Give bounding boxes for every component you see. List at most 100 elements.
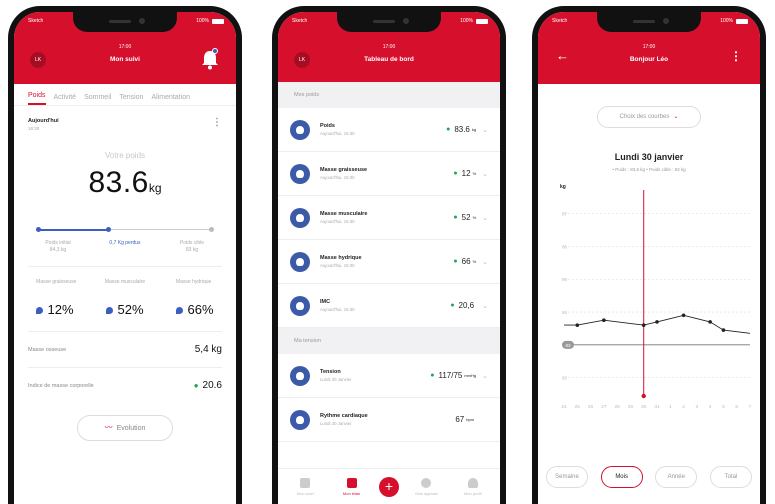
header-time: 17:00: [642, 44, 656, 50]
metric-name: Masse graisseuse: [320, 167, 368, 173]
status-carrier: Sketch: [28, 18, 44, 24]
period-month[interactable]: Mois: [600, 466, 643, 488]
metric-value: 67: [455, 415, 465, 424]
status-battery: 100%: [460, 18, 488, 24]
metric-date: Aujourd'hui, 16:30: [320, 131, 355, 136]
weight-chart[interactable]: kg 82 84 85 86 87 83 24 25 26 27 28 29 30 31 1 2 3 4 5 6 7: [538, 184, 760, 424]
calendar-icon: [421, 477, 432, 488]
metric-value: 117/75: [438, 371, 463, 380]
x-tick-label: 25: [575, 404, 581, 410]
status-carrier: Sketch: [552, 18, 568, 24]
x-tick-label: 4: [709, 404, 712, 410]
y-axis-label: kg: [560, 184, 566, 190]
status-battery: 100%: [720, 18, 748, 24]
metric-value: 66: [461, 257, 471, 266]
water-mass-value: 66%: [187, 302, 214, 317]
y-tick-label: 84: [562, 310, 568, 315]
x-tick-label: 24: [561, 404, 567, 410]
list-item[interactable]: Tension Lundi 30 Janvier ● 117/75 mmHg ⌄: [278, 354, 500, 398]
metric-date: Aujourd'hui, 16:30: [320, 219, 355, 224]
water-drop-icon: [176, 307, 184, 315]
page-title: Bonjour Léo: [629, 56, 669, 63]
metric-value: 20,6: [458, 301, 475, 310]
tab-poids[interactable]: Poids: [28, 92, 46, 105]
muscle-mass-label: Masse musculaire: [104, 279, 146, 285]
chevron-down-icon[interactable]: ⌄: [482, 258, 488, 266]
avatar[interactable]: LK: [294, 52, 310, 68]
y-tick-label: 86: [562, 244, 568, 249]
bell-icon[interactable]: [200, 48, 220, 70]
data-point: [721, 328, 726, 332]
initial-value: 84,3 kg: [49, 247, 67, 253]
water-drop-icon: [290, 251, 310, 272]
metric-unit: %: [472, 171, 477, 176]
x-tick-label: 3: [696, 404, 699, 410]
bone-mass-row: Masse osseuse 5,4 kg: [28, 332, 222, 368]
nav-mon-agenda[interactable]: Mon agenda: [407, 477, 445, 496]
tab-bar: Poids Activité Sommeil Tension Alimentat…: [14, 84, 236, 106]
metric-name: Rythme cardiaque: [320, 413, 368, 419]
weight-display: 83.6kg: [14, 166, 236, 200]
curves-label: Choix des courbes: [619, 114, 670, 120]
list-item[interactable]: Poids Aujourd'hui, 16:30 ● 83.6 kg ⌄: [278, 108, 500, 152]
weight-label: Votre poids: [104, 151, 146, 160]
metric-value: 12: [461, 169, 471, 178]
metric-name: IMC: [320, 299, 331, 305]
list-item[interactable]: IMC Aujourd'hui, 16:30 ● 20,6 ⌄: [278, 284, 500, 328]
list-item[interactable]: Rythme cardiaque Lundi 30 Janvier 67 bpm: [278, 398, 500, 442]
list-item[interactable]: Masse hydrique Aujourd'hui, 16:30 ● 66% ⌄: [278, 240, 500, 284]
chart-icon: [300, 477, 311, 488]
nav-label: Mon suivi: [296, 490, 314, 496]
weight-unit: kg: [148, 181, 162, 195]
add-button[interactable]: +: [378, 476, 399, 497]
tab-activite[interactable]: Activité: [54, 94, 77, 105]
chevron-down-icon[interactable]: ⌄: [482, 214, 488, 222]
period-week[interactable]: Semaine: [546, 466, 588, 488]
metric-unit: mmHg: [464, 373, 477, 378]
data-point: [655, 320, 659, 324]
curves-dropdown[interactable]: Choix des courbes ⌄: [597, 106, 701, 128]
fat-icon: [36, 307, 44, 315]
chevron-down-icon[interactable]: ⌄: [482, 170, 488, 178]
chevron-down-icon[interactable]: ⌄: [482, 126, 488, 134]
more-icon[interactable]: ⋮: [212, 118, 222, 131]
composition-labels: Masse graisseuse Masse musculaire Masse …: [14, 267, 236, 286]
metrics-list: Poids Aujourd'hui, 16:30 ● 83.6 kg ⌄ Masse …: [278, 108, 500, 328]
metric-date: Lundi 30 Janvier: [320, 377, 352, 382]
today-label: Aujourd'hui: [28, 118, 59, 124]
x-tick-label: 29: [628, 404, 634, 410]
metric-unit: %: [472, 215, 477, 220]
today-section: Aujourd'hui 16:30 ⋮: [14, 106, 236, 132]
period-total[interactable]: Total: [709, 466, 752, 488]
nav-mon-profil[interactable]: Mon profil: [454, 477, 492, 496]
metric-value: 52: [461, 213, 471, 222]
tab-sommeil[interactable]: Sommeil: [84, 94, 111, 105]
avatar[interactable]: LK: [30, 52, 46, 68]
target-label: 83: [565, 343, 571, 348]
chevron-down-icon[interactable]: ⌄: [482, 372, 488, 380]
fat-mass-value: 12%: [47, 302, 74, 317]
more-icon[interactable]: ⋮: [730, 48, 742, 64]
x-tick-label: 7: [749, 404, 752, 410]
back-arrow-icon[interactable]: ←: [556, 48, 569, 64]
muscle-icon: [106, 307, 114, 315]
phone-tableau-de-bord: Sketch 100% 17:00 Tableau de bord LK Mes…: [272, 6, 506, 504]
nav-label: Mon profil: [463, 490, 482, 496]
tab-tension[interactable]: Tension: [119, 94, 143, 105]
chart-legend: • Poids : 83,6 kg • Poids cible : 83 kg: [612, 167, 686, 172]
list-item[interactable]: Masse graisseuse Aujourd'hui, 16:30 ● 12% …: [278, 152, 500, 196]
status-carrier: Sketch: [292, 18, 308, 24]
y-tick-label: 82: [562, 376, 568, 381]
evolution-button[interactable]: 〰 Evolution: [77, 415, 173, 441]
water-mass-label: Masse hydrique: [175, 279, 212, 285]
metric-date: Aujourd'hui, 16:30: [320, 263, 355, 268]
tab-alimentation[interactable]: Alimentation: [151, 94, 190, 105]
nav-mon-suivi[interactable]: Mon suivi: [286, 477, 324, 496]
period-year[interactable]: Année: [655, 466, 698, 488]
chart-title: Lundi 30 janvier: [614, 152, 684, 162]
chevron-down-icon[interactable]: ⌄: [482, 302, 488, 310]
x-tick-label: 1: [669, 404, 672, 410]
nav-mon-bilan[interactable]: Mon bilan: [333, 477, 371, 496]
list-item[interactable]: Masse musculaire Aujourd'hui, 16:30 ● 52% …: [278, 196, 500, 240]
bone-mass-label: Masse osseuse: [28, 346, 67, 353]
